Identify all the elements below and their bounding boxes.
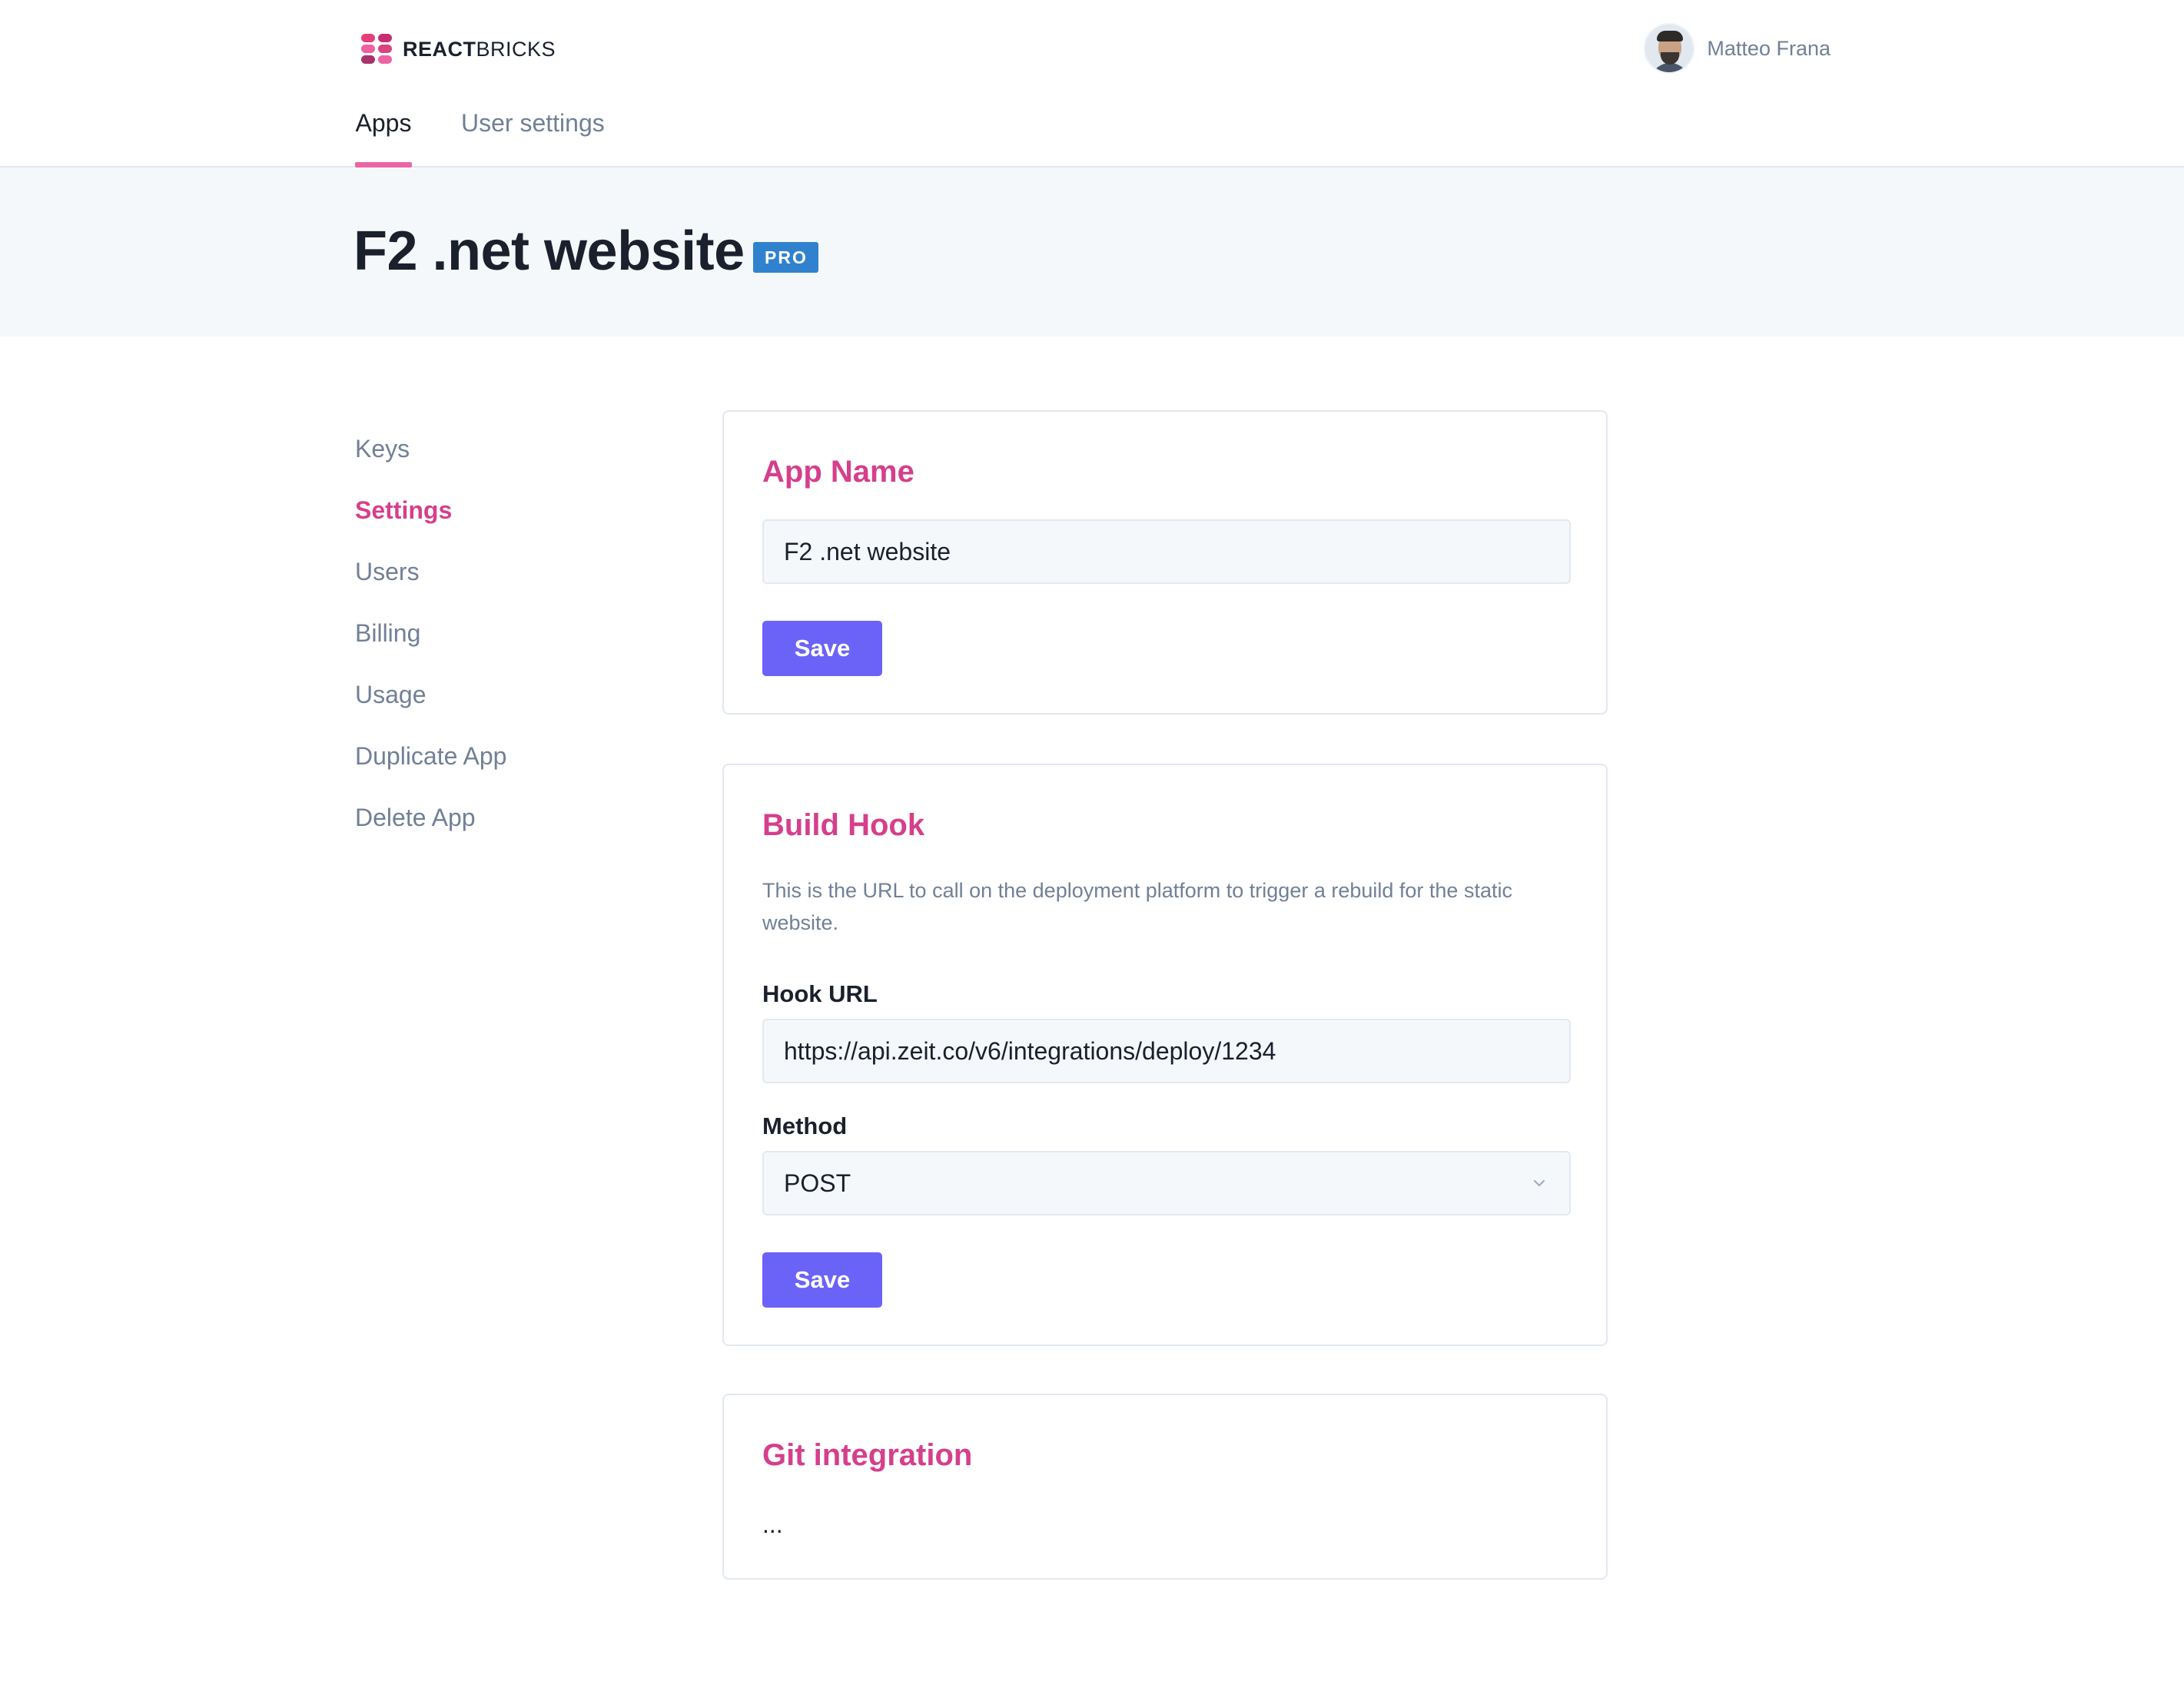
chevron-down-icon — [1533, 1179, 1545, 1187]
app-name-input[interactable]: F2 .net website — [762, 519, 1571, 584]
user-menu[interactable]: Matteo Frana — [1644, 23, 1831, 74]
git-integration-heading: Git integration — [762, 1438, 973, 1472]
sidenav-item-delete-app[interactable]: Delete App — [355, 804, 506, 865]
pro-badge: PRO — [753, 242, 818, 273]
logo-text: REACTBRICKS — [403, 37, 556, 61]
reactbricks-logo[interactable]: REACTBRICKS — [361, 34, 556, 65]
logo-mark-icon — [361, 34, 392, 65]
sidenav-item-settings[interactable]: Settings — [355, 496, 506, 558]
hook-url-input[interactable]: https://api.zeit.co/v6/integrations/depl… — [762, 1019, 1571, 1083]
method-select[interactable]: POST — [762, 1151, 1571, 1215]
method-label: Method — [762, 1112, 848, 1139]
app-name-save-button[interactable]: Save — [762, 621, 882, 676]
top-header: REACTBRICKS Matteo Frana Apps User setti… — [0, 0, 2184, 167]
sidenav-item-usage[interactable]: Usage — [355, 681, 506, 742]
build-hook-save-button[interactable]: Save — [762, 1252, 882, 1308]
build-hook-card: Build Hook This is the URL to call on th… — [722, 764, 1608, 1346]
hook-url-label: Hook URL — [762, 980, 878, 1007]
sidenav-item-billing[interactable]: Billing — [355, 619, 506, 681]
settings-sidenav: Keys Settings Users Billing Usage Duplic… — [355, 435, 506, 865]
tab-apps[interactable]: Apps — [355, 100, 412, 167]
page-title: F2 .net website — [353, 220, 745, 282]
sidenav-item-keys[interactable]: Keys — [355, 435, 506, 496]
git-integration-placeholder: ... — [762, 1510, 783, 1538]
avatar — [1644, 23, 1695, 74]
method-select-value: POST — [784, 1169, 851, 1197]
build-hook-heading: Build Hook — [762, 808, 925, 842]
user-name: Matteo Frana — [1707, 36, 1831, 60]
tab-user-settings[interactable]: User settings — [461, 100, 605, 167]
sidenav-item-duplicate-app[interactable]: Duplicate App — [355, 742, 506, 804]
app-name-card: App Name F2 .net website Save — [722, 410, 1608, 715]
sidenav-item-users[interactable]: Users — [355, 558, 506, 619]
main-tabs: Apps User settings — [355, 100, 654, 167]
git-integration-card: Git integration ... — [722, 1394, 1608, 1580]
page-header-band: F2 .net website PRO — [0, 167, 2184, 337]
app-name-heading: App Name — [762, 455, 914, 489]
build-hook-description: This is the URL to call on the deploymen… — [762, 879, 1512, 934]
